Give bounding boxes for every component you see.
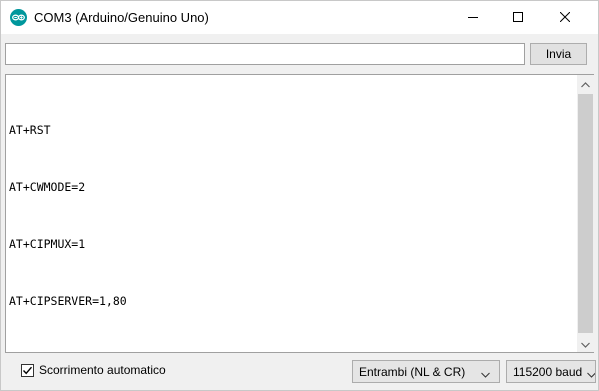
send-input[interactable]: [5, 43, 525, 65]
arduino-logo-icon: [10, 9, 27, 26]
output-line: AT+CIPSERVER=1,80: [9, 294, 127, 308]
autoscroll-label: Scorrimento automatico: [39, 363, 166, 377]
autoscroll-toggle[interactable]: Scorrimento automatico: [21, 363, 166, 377]
baud-rate-select[interactable]: 115200 baud: [506, 360, 596, 383]
serial-output[interactable]: AT+RST AT+CWMODE=2 AT+CIPMUX=1 AT+CIPSER…: [5, 74, 594, 353]
chevron-down-icon: [587, 367, 595, 381]
scroll-down-button[interactable]: [577, 335, 594, 352]
line-ending-select[interactable]: Entrambi (NL & CR): [352, 360, 500, 383]
minimize-button[interactable]: [450, 1, 495, 34]
title-bar[interactable]: COM3 (Arduino/Genuino Uno): [1, 1, 598, 34]
autoscroll-checkbox[interactable]: [21, 363, 34, 377]
window-title: COM3 (Arduino/Genuino Uno): [34, 10, 209, 25]
output-text: AT+RST AT+CWMODE=2 AT+CIPMUX=1 AT+CIPSER…: [6, 83, 577, 349]
chevron-up-icon: [581, 77, 590, 91]
output-line: AT+RST: [9, 123, 51, 137]
output-line: AT+CWMODE=2: [9, 180, 86, 194]
send-button[interactable]: Invia: [530, 43, 587, 65]
baud-rate-value: 115200 baud: [513, 364, 583, 379]
chevron-down-icon: [581, 337, 590, 351]
minimize-icon: [467, 11, 478, 25]
line-ending-value: Entrambi (NL & CR): [359, 364, 466, 379]
chevron-down-icon: [481, 367, 490, 381]
serial-monitor-window: COM3 (Arduino/Genuino Uno) Invia AT+RST …: [0, 0, 599, 391]
vertical-scrollbar[interactable]: [577, 75, 594, 352]
send-toolbar: Invia: [1, 34, 598, 74]
close-button[interactable]: [542, 1, 587, 34]
scroll-up-button[interactable]: [577, 75, 594, 92]
maximize-button[interactable]: [495, 1, 540, 34]
status-bar: Scorrimento automatico Entrambi (NL & CR…: [1, 353, 598, 390]
maximize-icon: [512, 11, 523, 25]
scrollbar-thumb[interactable]: [578, 94, 593, 333]
close-icon: [559, 11, 570, 25]
output-line: AT+CIPMUX=1: [9, 237, 86, 251]
